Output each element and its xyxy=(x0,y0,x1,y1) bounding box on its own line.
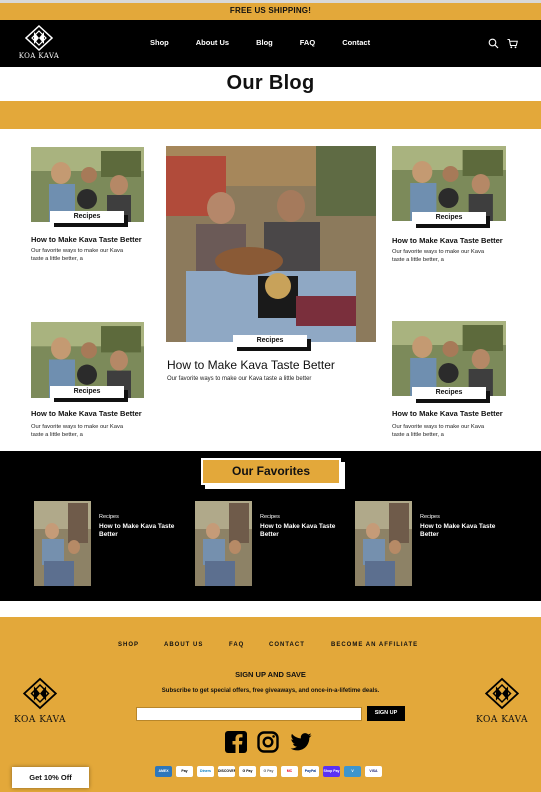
favorite-category: Recipes xyxy=(260,514,280,520)
footer-link-about-us[interactable]: ABOUT US xyxy=(164,642,203,648)
post-title[interactable]: How to Make Kava Taste Better xyxy=(31,235,142,244)
post-title[interactable]: How to Make Kava Taste Better xyxy=(31,409,142,418)
favorite-item[interactable]: Recipes How to Make Kava Taste Better xyxy=(34,501,184,586)
amex-icon: AMEX xyxy=(155,766,172,777)
post-photo xyxy=(392,146,506,221)
signup-text: Subscribe to get special offers, free gi… xyxy=(161,688,380,694)
nav-about-us[interactable]: About Us xyxy=(196,38,229,47)
favorite-title[interactable]: How to Make Kava Taste Better xyxy=(260,523,345,539)
page-title: Our Blog xyxy=(226,72,315,94)
announcement-text: FREE US SHIPPING! xyxy=(229,6,312,15)
post-card[interactable]: Recipes How to Make Kava Taste Better Ou… xyxy=(31,322,156,438)
brand-logo[interactable]: KOA KAVA xyxy=(14,25,64,63)
post-category-tag[interactable]: Recipes xyxy=(412,212,486,224)
favorite-photo xyxy=(195,501,252,586)
post-title[interactable]: How to Make Kava Taste Better xyxy=(392,236,503,245)
post-excerpt: Our favorite ways to make our Kava taste… xyxy=(392,249,485,263)
signup-heading: SIGN UP AND SAVE xyxy=(235,670,306,679)
announcement-bar: FREE US SHIPPING! xyxy=(0,0,541,20)
accent-band xyxy=(0,101,541,129)
post-category-tag[interactable]: Recipes xyxy=(50,386,124,398)
post-excerpt: Our favorite ways to make our Kava taste… xyxy=(392,424,485,438)
brand-name: KOA KAVA xyxy=(18,52,60,60)
facebook-icon[interactable] xyxy=(225,731,247,753)
mastercard-icon: MC xyxy=(281,766,298,777)
site-header: KOA KAVA Shop About Us Blog FAQ Contact xyxy=(0,20,541,67)
favorites-heading: Our Favorites xyxy=(201,458,341,485)
favorite-item[interactable]: Recipes How to Make Kava Taste Better xyxy=(355,501,505,586)
discover-icon: DISCOVER xyxy=(218,766,235,777)
venmo-icon: V xyxy=(344,766,361,777)
apple-pay-icon: Pay xyxy=(176,766,193,777)
featured-photo xyxy=(166,146,376,342)
payment-methods: AMEX Pay Diners DISCOVER G Pay G Pay MC … xyxy=(155,766,386,777)
main-nav: Shop About Us Blog FAQ Contact xyxy=(150,38,397,47)
visa-icon: VISA xyxy=(365,766,382,777)
post-category-tag[interactable]: Recipes xyxy=(412,387,486,399)
post-photo xyxy=(392,321,506,396)
nav-blog[interactable]: Blog xyxy=(256,38,273,47)
footer-link-shop[interactable]: SHOP xyxy=(118,642,139,648)
discount-popup-button[interactable]: Get 10% Off xyxy=(12,767,89,788)
footer-brand-name: KOA KAVA xyxy=(475,715,529,725)
footer-link-affiliate[interactable]: BECOME AN AFFILIATE xyxy=(331,642,418,648)
favorite-photo xyxy=(355,501,412,586)
cart-icon[interactable] xyxy=(507,38,518,49)
featured-post[interactable]: Recipes xyxy=(166,146,376,347)
favorites-section: Our Favorites Recipes How to Make Kava T… xyxy=(0,451,541,601)
post-category-tag[interactable]: Recipes xyxy=(50,211,124,223)
diners-club-icon: Diners xyxy=(197,766,214,777)
post-excerpt: Our favorite ways to make our Kava taste… xyxy=(31,248,124,262)
post-card[interactable]: Recipes How to Make Kava Taste Better Ou… xyxy=(392,146,517,263)
signup-button[interactable]: SIGN UP xyxy=(367,706,405,721)
google-pay-icon: G Pay xyxy=(239,766,256,777)
nav-faq[interactable]: FAQ xyxy=(300,38,315,47)
shop-pay-icon: Shop Pay xyxy=(323,766,340,777)
site-footer: SHOP ABOUT US FAQ CONTACT BECOME AN AFFI… xyxy=(0,617,541,792)
favorite-title[interactable]: How to Make Kava Taste Better xyxy=(99,523,184,539)
favorite-category: Recipes xyxy=(99,514,119,520)
featured-title[interactable]: How to Make Kava Taste Better xyxy=(167,358,335,372)
search-icon[interactable] xyxy=(488,38,499,49)
google-pay-icon: G Pay xyxy=(260,766,277,777)
paypal-icon: PayPal xyxy=(302,766,319,777)
nav-shop[interactable]: Shop xyxy=(150,38,169,47)
post-card[interactable]: Recipes How to Make Kava Taste Better Ou… xyxy=(392,321,517,438)
footer-link-contact[interactable]: CONTACT xyxy=(269,642,305,648)
nav-contact[interactable]: Contact xyxy=(342,38,370,47)
post-card[interactable]: Recipes How to Make Kava Taste Better Ou… xyxy=(31,147,156,262)
footer-brand-name: KOA KAVA xyxy=(13,715,67,725)
twitter-icon[interactable] xyxy=(290,731,312,753)
favorite-category: Recipes xyxy=(420,514,440,520)
favorite-photo xyxy=(34,501,91,586)
favorite-title[interactable]: How to Make Kava Taste Better xyxy=(420,523,505,539)
post-excerpt: Our favorite ways to make our Kava taste… xyxy=(31,424,124,438)
featured-excerpt: Our favorite ways to make our Kava taste… xyxy=(167,376,312,382)
favorite-item[interactable]: Recipes How to Make Kava Taste Better xyxy=(195,501,345,586)
featured-category-tag[interactable]: Recipes xyxy=(233,335,307,347)
email-input[interactable] xyxy=(136,707,362,721)
footer-link-faq[interactable]: FAQ xyxy=(229,642,244,648)
footer-logo-left[interactable]: KOA KAVA xyxy=(10,677,70,733)
footer-logo-right[interactable]: KOA KAVA xyxy=(472,677,532,733)
instagram-icon[interactable] xyxy=(257,731,279,753)
logo-mark-icon xyxy=(25,25,53,51)
post-title[interactable]: How to Make Kava Taste Better xyxy=(392,409,503,418)
